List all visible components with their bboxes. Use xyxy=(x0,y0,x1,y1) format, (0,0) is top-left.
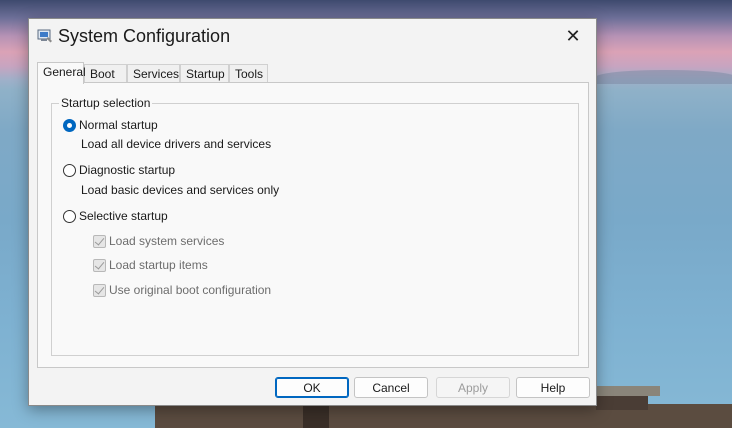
close-button[interactable]: ✕ xyxy=(550,19,596,53)
general-tab-panel: Startup selection Normal startup Load al… xyxy=(37,82,589,368)
load-system-services-label: Load system services xyxy=(109,234,225,248)
normal-startup-label: Normal startup xyxy=(79,118,158,132)
tab-startup[interactable]: Startup xyxy=(180,64,229,83)
load-system-services-checkbox[interactable] xyxy=(93,234,106,248)
cancel-button[interactable]: Cancel xyxy=(354,377,428,398)
msconfig-icon xyxy=(37,29,52,43)
group-label: Startup selection xyxy=(59,96,153,110)
normal-startup-option[interactable]: Normal startup xyxy=(63,118,158,132)
dock-right xyxy=(596,396,648,410)
load-startup-items-checkbox[interactable] xyxy=(93,258,106,272)
dock-plank xyxy=(596,386,660,396)
tab-services[interactable]: Services xyxy=(127,64,180,83)
normal-startup-radio[interactable] xyxy=(63,118,76,132)
apply-button[interactable]: Apply xyxy=(436,377,510,398)
load-system-services-option[interactable]: Load system services xyxy=(93,234,224,248)
startup-selection-group: Startup selection Normal startup Load al… xyxy=(51,96,579,356)
ok-button[interactable]: OK xyxy=(275,377,349,398)
diagnostic-startup-radio[interactable] xyxy=(63,163,76,177)
selective-startup-radio[interactable] xyxy=(63,209,76,223)
window-title: System Configuration xyxy=(58,26,231,46)
tab-boot[interactable]: Boot xyxy=(84,64,127,83)
selective-startup-label: Selective startup xyxy=(79,209,168,223)
normal-startup-description: Load all device drivers and services xyxy=(81,137,272,151)
title-bar: System Configuration ✕ xyxy=(29,19,596,57)
use-original-boot-config-checkbox[interactable] xyxy=(93,283,106,297)
use-original-boot-config-option[interactable]: Use original boot configuration xyxy=(93,283,271,297)
tab-tools[interactable]: Tools xyxy=(229,64,268,83)
close-icon: ✕ xyxy=(565,25,581,46)
help-button[interactable]: Help xyxy=(516,377,590,398)
distant-hills xyxy=(596,70,732,84)
selective-startup-option[interactable]: Selective startup xyxy=(63,209,168,223)
dock-post xyxy=(303,404,329,428)
tab-general[interactable]: General xyxy=(37,62,86,84)
system-configuration-dialog: System Configuration ✕ General Boot Serv… xyxy=(28,18,597,406)
load-startup-items-label: Load startup items xyxy=(109,258,208,272)
load-startup-items-option[interactable]: Load startup items xyxy=(93,258,208,272)
use-original-boot-config-label: Use original boot configuration xyxy=(109,283,272,297)
diagnostic-startup-description: Load basic devices and services only xyxy=(81,183,280,197)
diagnostic-startup-option[interactable]: Diagnostic startup xyxy=(63,163,175,177)
diagnostic-startup-label: Diagnostic startup xyxy=(79,163,176,177)
